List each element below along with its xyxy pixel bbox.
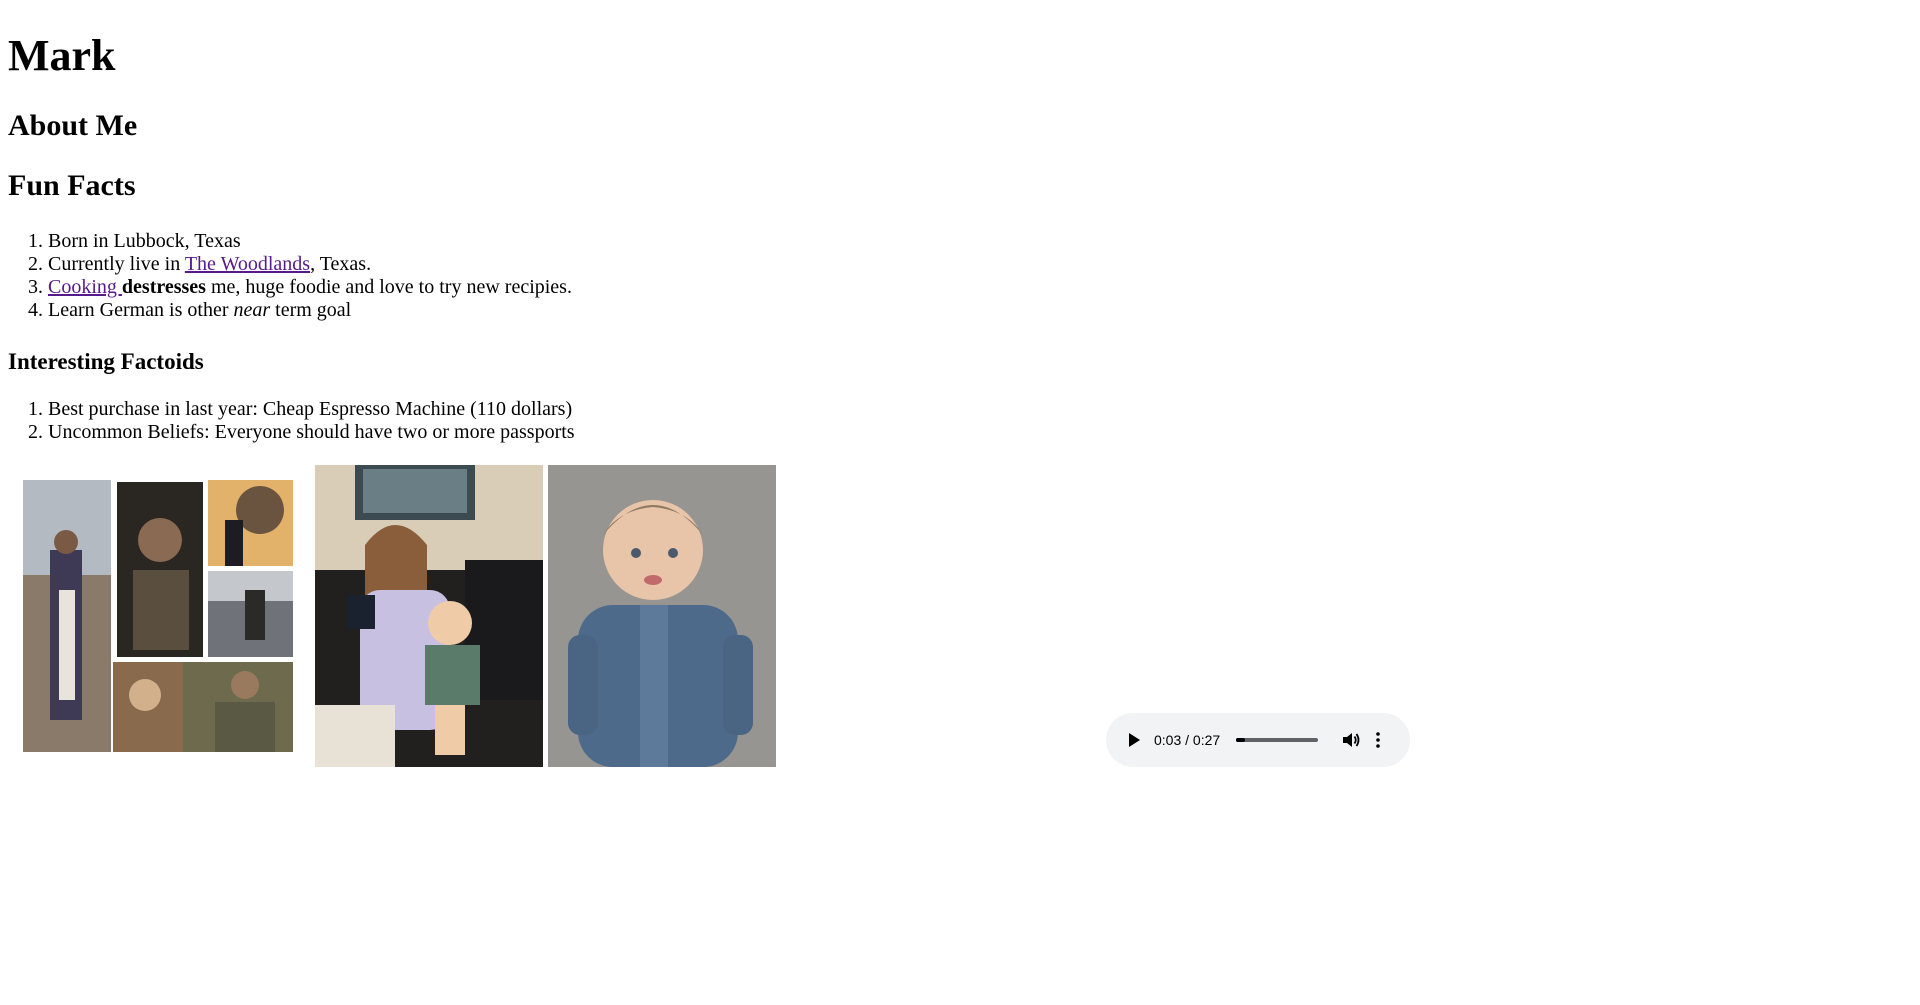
mother-and-baby-image xyxy=(315,465,543,767)
woodlands-link[interactable]: The Woodlands xyxy=(185,253,310,275)
military-collage-image xyxy=(15,480,295,755)
fun-facts-list: Born in Lubbock, Texas Currently live in… xyxy=(8,230,572,322)
list-item: Learn German is other near term goal xyxy=(48,299,572,322)
cooking-link[interactable]: Cooking xyxy=(48,276,122,298)
list-item: Cooking destresses me, huge foodie and l… xyxy=(48,276,572,299)
list-item: Born in Lubbock, Texas xyxy=(48,230,572,253)
audio-progress-fill xyxy=(1236,738,1246,742)
baby-portrait-image xyxy=(548,465,776,767)
more-vertical-icon xyxy=(1376,732,1380,748)
audio-time: 0:03 / 0:27 xyxy=(1154,732,1221,748)
audio-seek-slider[interactable] xyxy=(1236,738,1319,742)
list-item: Uncommon Beliefs: Everyone should have t… xyxy=(48,421,575,444)
volume-icon xyxy=(1343,733,1360,747)
page-title: Mark xyxy=(8,31,116,80)
more-options-button[interactable] xyxy=(1372,729,1384,751)
factoids-heading: Interesting Factoids xyxy=(8,349,204,374)
play-icon xyxy=(1129,733,1140,747)
about-heading: About Me xyxy=(8,109,138,142)
audio-player: 0:03 / 0:27 xyxy=(1106,713,1410,767)
list-item: Best purchase in last year: Cheap Espres… xyxy=(48,398,575,421)
play-button[interactable] xyxy=(1124,730,1144,750)
list-item: Currently live in The Woodlands, Texas. xyxy=(48,253,572,276)
fun-facts-heading: Fun Facts xyxy=(8,169,136,202)
factoids-list: Best purchase in last year: Cheap Espres… xyxy=(8,398,575,444)
volume-button[interactable] xyxy=(1340,729,1362,751)
